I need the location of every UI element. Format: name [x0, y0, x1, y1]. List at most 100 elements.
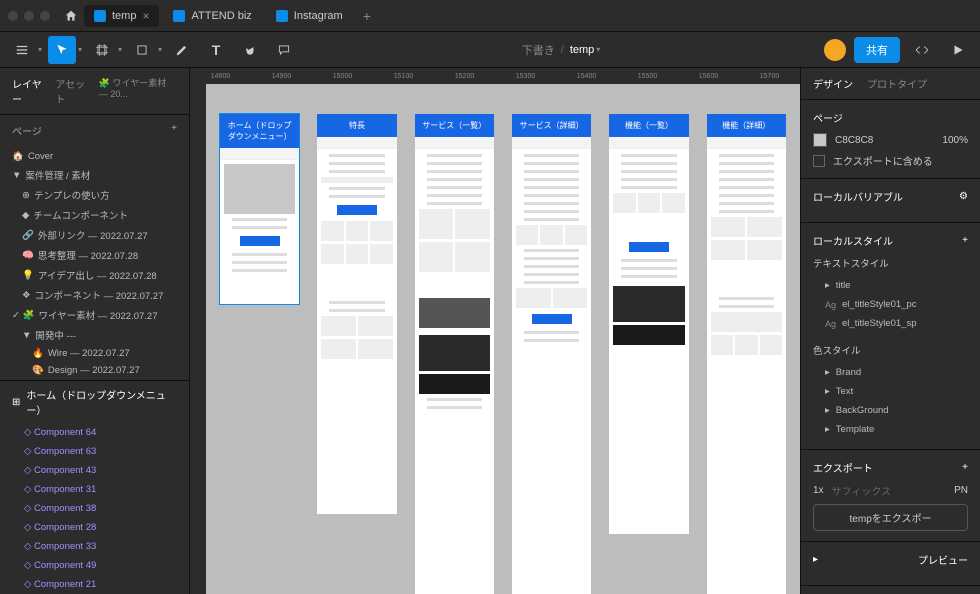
style-item[interactable]: ▸ Brand: [813, 363, 968, 382]
export-format[interactable]: PN: [954, 485, 968, 496]
component-item[interactable]: ◇ Component 28: [0, 518, 189, 537]
component-item[interactable]: ◇ Component 31: [0, 480, 189, 499]
style-item[interactable]: ▸ title: [813, 276, 968, 295]
include-export-row[interactable]: エクスポートに含める: [813, 153, 968, 168]
export-button[interactable]: tempをエクスポー: [813, 504, 968, 531]
layer-item[interactable]: ❖コンポーネント — 2022.07.27: [0, 285, 189, 305]
style-item[interactable]: ▸ Text: [813, 382, 968, 401]
settings-icon[interactable]: ⚙: [959, 191, 968, 202]
preview-section[interactable]: ▸ プレビュー: [801, 542, 980, 586]
frame-service-detail[interactable]: サービス（詳細）: [512, 114, 591, 594]
tab-label: ATTEND biz: [191, 10, 251, 22]
selected-frame-label[interactable]: ⊞ホーム（ドロップダウンメニュー）: [0, 381, 189, 423]
page-section: ページ C8C8C8 100% エクスポートに含める: [801, 100, 980, 179]
chevron-down-icon: ▾: [158, 45, 162, 54]
local-styles-section: ローカルスタイル+ テキストスタイル ▸ title Agel_titleSty…: [801, 223, 980, 450]
bg-color-row[interactable]: C8C8C8 100%: [813, 133, 968, 147]
frame-function-detail[interactable]: 機能（詳細）: [707, 114, 786, 594]
avatar[interactable]: [824, 39, 846, 61]
opacity-value[interactable]: 100%: [942, 135, 968, 146]
layer-item[interactable]: ▼案件管理 / 素材: [0, 165, 189, 185]
style-item[interactable]: Agel_titleStyle01_pc: [813, 295, 968, 314]
tab-label: Instagram: [294, 10, 343, 22]
component-item[interactable]: ◇ Component 33: [0, 537, 189, 556]
layer-item[interactable]: 💡アイデア出し — 2022.07.28: [0, 265, 189, 285]
component-item[interactable]: ◇ Component 64: [0, 423, 189, 442]
frame-tool[interactable]: [88, 36, 116, 64]
tab-label: temp: [112, 10, 136, 22]
text-styles-label: テキストスタイル: [813, 256, 968, 270]
tab-temp[interactable]: temp ×: [84, 5, 159, 27]
pen-tool[interactable]: [168, 36, 196, 64]
ruler-vertical: [190, 84, 206, 594]
shape-tool[interactable]: [128, 36, 156, 64]
close-icon[interactable]: ×: [142, 9, 149, 23]
style-item[interactable]: ▸ BackGround: [813, 401, 968, 420]
share-button[interactable]: 共有: [854, 37, 900, 63]
frame-features[interactable]: 特長: [317, 114, 396, 514]
file-icon: [94, 10, 106, 22]
layer-item[interactable]: 🎨Design — 2022.07.27: [0, 362, 189, 379]
toolbar: ▾ ▾ ▾ ▾ T 下書き / temp ▾ 共有: [0, 32, 980, 68]
style-item[interactable]: ▸ Template: [813, 420, 968, 439]
layer-item[interactable]: ⊕テンプレの使い方: [0, 185, 189, 205]
chevron-down-icon: ▾: [78, 45, 82, 54]
chevron-down-icon[interactable]: ▾: [596, 45, 600, 54]
section-title: ページ: [813, 110, 968, 125]
style-item[interactable]: Agel_titleStyle01_sp: [813, 314, 968, 333]
tab-attend[interactable]: ATTEND biz: [163, 6, 261, 26]
new-tab-button[interactable]: +: [357, 8, 377, 24]
present-button[interactable]: [944, 36, 972, 64]
tab-prototype[interactable]: プロトタイプ: [867, 76, 927, 91]
layer-item[interactable]: 🏠Cover: [0, 148, 189, 165]
export-suffix[interactable]: サフィックス: [832, 483, 947, 498]
canvas[interactable]: 1480014900150001510015200153001540015500…: [190, 68, 800, 594]
move-tool[interactable]: [48, 36, 76, 64]
comment-tool[interactable]: [270, 36, 298, 64]
layer-item[interactable]: 🔥Wire — 2022.07.27: [0, 345, 189, 362]
components-section: ⊞ホーム（ドロップダウンメニュー） ◇ Component 64 ◇ Compo…: [0, 380, 189, 594]
window-controls[interactable]: [8, 11, 50, 21]
component-item[interactable]: ◇ Component 49: [0, 556, 189, 575]
right-panel: デザイン プロトタイプ ページ C8C8C8 100% エクスポートに含める ロ…: [800, 68, 980, 594]
frame-service-list[interactable]: サービス（一覧）: [415, 114, 494, 594]
file-dropdown[interactable]: 🧩 ワイヤー素材 — 20...: [99, 76, 177, 106]
layer-item[interactable]: 🧠思考整理 — 2022.07.28: [0, 245, 189, 265]
frame-home[interactable]: ホーム（ドロップダウンメニュー）: [220, 114, 299, 304]
layers-list: 🏠Cover ▼案件管理 / 素材 ⊕テンプレの使い方 ◆チームコンポーネント …: [0, 146, 189, 380]
frame-function-list[interactable]: 機能（一覧）: [609, 114, 688, 534]
tab-design[interactable]: デザイン: [813, 76, 853, 91]
frame-title: 特長: [317, 114, 396, 137]
component-item[interactable]: ◇ Component 63: [0, 442, 189, 461]
component-item[interactable]: ◇ Component 43: [0, 461, 189, 480]
component-item[interactable]: ◇ Component 21: [0, 575, 189, 594]
add-button[interactable]: +: [962, 462, 968, 473]
layer-item[interactable]: 🔗外部リンク — 2022.07.27: [0, 225, 189, 245]
dev-mode-button[interactable]: [908, 36, 936, 64]
figma-icon[interactable]: [62, 7, 80, 25]
pages-header: ページ +: [0, 115, 189, 146]
layer-item[interactable]: ✓ 🧩ワイヤー素材 — 2022.07.27: [0, 305, 189, 325]
layer-item[interactable]: ◆チームコンポーネント: [0, 205, 189, 225]
menu-button[interactable]: [8, 36, 36, 64]
add-page-button[interactable]: +: [171, 123, 177, 138]
add-button[interactable]: +: [962, 235, 968, 246]
export-scale[interactable]: 1x: [813, 485, 824, 496]
local-vars-section[interactable]: ローカルバリアブル⚙: [801, 179, 980, 223]
hand-tool[interactable]: [236, 36, 264, 64]
frame-title: サービス（一覧）: [415, 114, 494, 137]
component-item[interactable]: ◇ Component 38: [0, 499, 189, 518]
tab-assets[interactable]: アセット: [55, 76, 86, 106]
export-section: エクスポート+ 1x サフィックス PN tempをエクスポー: [801, 450, 980, 542]
titlebar: temp × ATTEND biz Instagram +: [0, 0, 980, 32]
tab-instagram[interactable]: Instagram: [266, 6, 353, 26]
checkbox[interactable]: [813, 155, 825, 167]
frame-title: サービス（詳細）: [512, 114, 591, 137]
tab-layers[interactable]: レイヤー: [12, 76, 43, 106]
layer-item[interactable]: ▼開発中 ---: [0, 325, 189, 345]
doc-name[interactable]: temp: [570, 44, 594, 56]
text-tool[interactable]: T: [202, 36, 230, 64]
color-swatch[interactable]: [813, 133, 827, 147]
hex-value[interactable]: C8C8C8: [835, 135, 873, 146]
frame-title: 機能（一覧）: [609, 114, 688, 137]
